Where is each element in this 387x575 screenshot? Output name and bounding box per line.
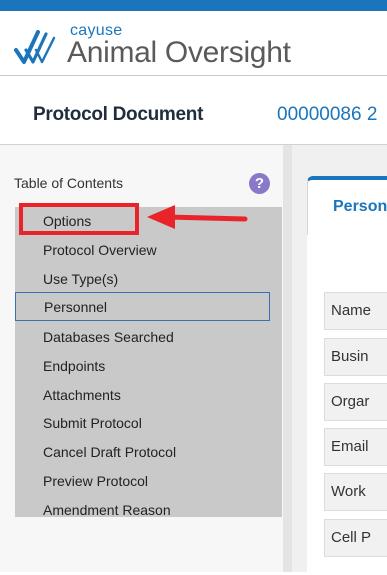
field-label-name: Name (324, 292, 387, 330)
toc-header: Table of Contents (14, 175, 123, 191)
tab-personnel[interactable]: Person (307, 176, 387, 236)
tab-label: Person (333, 198, 387, 215)
toc-list: Options Protocol Overview Use Type(s) Pe… (15, 207, 282, 518)
cayuse-logo-icon (14, 30, 56, 64)
toc-item-use-types[interactable]: Use Type(s) (15, 265, 282, 294)
field-label-business: Busin (324, 338, 387, 376)
toc-item-endpoints[interactable]: Endpoints (15, 352, 282, 381)
toc-item-amendment-reason[interactable]: Amendment Reason (15, 496, 282, 525)
annotation-arrow-icon (147, 205, 248, 229)
panel-divider[interactable] (283, 145, 292, 572)
toc-item-personnel[interactable]: Personnel (15, 292, 270, 321)
field-label-cell-phone: Cell P (324, 519, 387, 557)
toc-item-attachments[interactable]: Attachments (15, 381, 282, 410)
annotation-highlight-box (19, 203, 139, 235)
help-icon[interactable]: ? (249, 173, 270, 194)
protocol-bar: Protocol Document 00000086 2 (0, 77, 387, 145)
page-title: Protocol Document (33, 104, 204, 125)
field-label-organization: Orgar (324, 383, 387, 421)
field-label-email: Email (324, 428, 387, 466)
toc-item-preview-protocol[interactable]: Preview Protocol (15, 467, 282, 496)
protocol-number[interactable]: 00000086 2 (277, 104, 377, 126)
toc-item-cancel-draft-protocol[interactable]: Cancel Draft Protocol (15, 438, 282, 467)
top-accent-bar (0, 0, 387, 11)
field-label-work: Work (324, 473, 387, 511)
app-header: cayuse Animal Oversight (0, 11, 387, 76)
main-content: Person Name Busin Orgar Email Work Cell … (292, 145, 387, 575)
toc-item-databases-searched[interactable]: Databases Searched (15, 323, 282, 352)
toc-item-submit-protocol[interactable]: Submit Protocol (15, 409, 282, 438)
brand-title: Animal Oversight (67, 36, 291, 69)
toc-item-protocol-overview[interactable]: Protocol Overview (15, 236, 282, 265)
